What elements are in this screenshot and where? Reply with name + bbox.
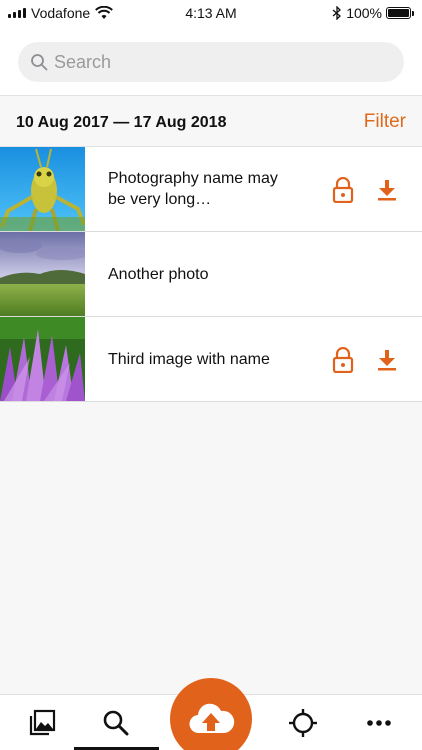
- photo-name: Photography name may be very long…: [108, 170, 278, 208]
- search-icon: [31, 54, 48, 71]
- status-right: 100%: [332, 5, 414, 21]
- photo-thumbnail-grasshopper[interactable]: [0, 147, 85, 231]
- tab-search[interactable]: [86, 695, 146, 750]
- crosshair-icon: [289, 709, 317, 737]
- tab-gallery[interactable]: [12, 695, 72, 750]
- list-item[interactable]: Third image with name: [0, 317, 422, 402]
- photo-thumbnail-landscape[interactable]: [0, 232, 85, 316]
- lock-icon[interactable]: [332, 177, 354, 203]
- more-icon: [367, 720, 391, 726]
- photo-name: Another photo: [108, 265, 209, 283]
- photo-list: Photography name may be very long… Anoth…: [0, 147, 422, 402]
- list-item[interactable]: Another photo: [0, 232, 422, 317]
- landscape-image: [0, 232, 85, 316]
- tab-more[interactable]: [349, 695, 409, 750]
- battery-icon: [386, 7, 414, 19]
- photo-name: Third image with name: [108, 350, 270, 368]
- search-bar[interactable]: [18, 42, 404, 82]
- list-item[interactable]: Photography name may be very long…: [0, 147, 422, 232]
- download-icon[interactable]: [376, 348, 398, 372]
- upload-button[interactable]: [170, 678, 252, 750]
- battery-percent: 100%: [346, 5, 382, 21]
- photo-thumbnail-flower[interactable]: [0, 317, 85, 401]
- upload-cloud-icon: [189, 703, 235, 734]
- search-header: [0, 26, 422, 96]
- date-range-bar: 10 Aug 2017 — 17 Aug 2018 Filter: [0, 97, 422, 147]
- filter-button[interactable]: Filter: [364, 111, 406, 133]
- bluetooth-icon: [332, 6, 342, 20]
- search-input[interactable]: [54, 51, 374, 73]
- search-icon: [103, 710, 129, 736]
- date-range-label: 10 Aug 2017 — 17 Aug 2018: [16, 114, 227, 131]
- status-bar: Vodafone 4:13 AM 100%: [0, 0, 422, 26]
- app-screen: Vodafone 4:13 AM 100% Search 10 Aug 2017…: [0, 0, 422, 750]
- tab-locate[interactable]: [273, 695, 333, 750]
- flower-image: [0, 317, 85, 401]
- lock-icon[interactable]: [332, 347, 354, 373]
- gallery-icon: [29, 709, 56, 736]
- grasshopper-image: [0, 147, 85, 231]
- download-icon[interactable]: [376, 178, 398, 202]
